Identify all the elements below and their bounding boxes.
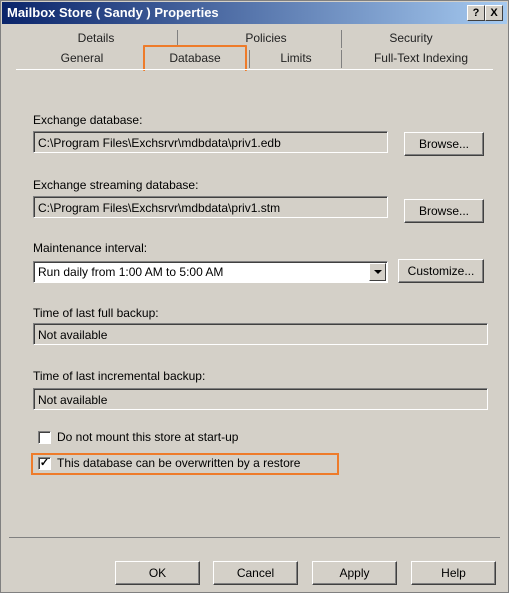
tab-divider [249, 50, 250, 68]
browse-streaming-button[interactable]: Browse... [404, 199, 484, 223]
tab-details[interactable]: Details [46, 28, 146, 48]
tab-full-text-indexing[interactable]: Full-Text Indexing [346, 48, 496, 68]
properties-dialog: Mailbox Store ( Sandy ) Properties ? X D… [0, 0, 509, 593]
apply-button[interactable]: Apply [312, 561, 397, 585]
incremental-backup-label: Time of last incremental backup: [33, 369, 206, 383]
tab-panel-border [16, 69, 493, 70]
tab-limits[interactable]: Limits [251, 48, 341, 68]
no-mount-checkbox[interactable] [38, 431, 51, 444]
exchange-database-field[interactable]: C:\Program Files\Exchsrvr\mdbdata\priv1.… [33, 131, 388, 153]
tab-security[interactable]: Security [346, 28, 476, 48]
maintenance-interval-value: Run daily from 1:00 AM to 5:00 AM [38, 265, 224, 279]
window-title: Mailbox Store ( Sandy ) Properties [7, 5, 219, 20]
full-backup-label: Time of last full backup: [33, 306, 159, 320]
streaming-database-label: Exchange streaming database: [33, 178, 199, 192]
browse-database-button[interactable]: Browse... [404, 132, 484, 156]
tab-divider [341, 30, 342, 48]
customize-button[interactable]: Customize... [398, 259, 484, 283]
bottom-divider [9, 537, 500, 538]
help-title-button[interactable]: ? [467, 5, 485, 21]
help-button[interactable]: Help [411, 561, 496, 585]
overwrite-checkbox[interactable]: ✓ [38, 457, 51, 470]
tab-general[interactable]: General [27, 48, 137, 68]
incremental-backup-field: Not available [33, 388, 488, 410]
overwrite-label[interactable]: This database can be overwritten by a re… [57, 456, 300, 470]
cancel-button[interactable]: Cancel [213, 561, 298, 585]
tab-database[interactable]: Database [143, 45, 247, 71]
maintenance-interval-label: Maintenance interval: [33, 241, 148, 255]
chevron-down-icon[interactable] [369, 263, 386, 281]
close-button[interactable]: X [485, 5, 503, 21]
exchange-database-label: Exchange database: [33, 113, 143, 127]
no-mount-label[interactable]: Do not mount this store at start-up [57, 430, 238, 444]
tab-divider [341, 50, 342, 68]
full-backup-field: Not available [33, 323, 488, 345]
title-bar[interactable]: Mailbox Store ( Sandy ) Properties ? X [2, 2, 507, 24]
maintenance-interval-select[interactable]: Run daily from 1:00 AM to 5:00 AM [33, 261, 388, 283]
streaming-database-field[interactable]: C:\Program Files\Exchsrvr\mdbdata\priv1.… [33, 196, 388, 218]
ok-button[interactable]: OK [115, 561, 200, 585]
